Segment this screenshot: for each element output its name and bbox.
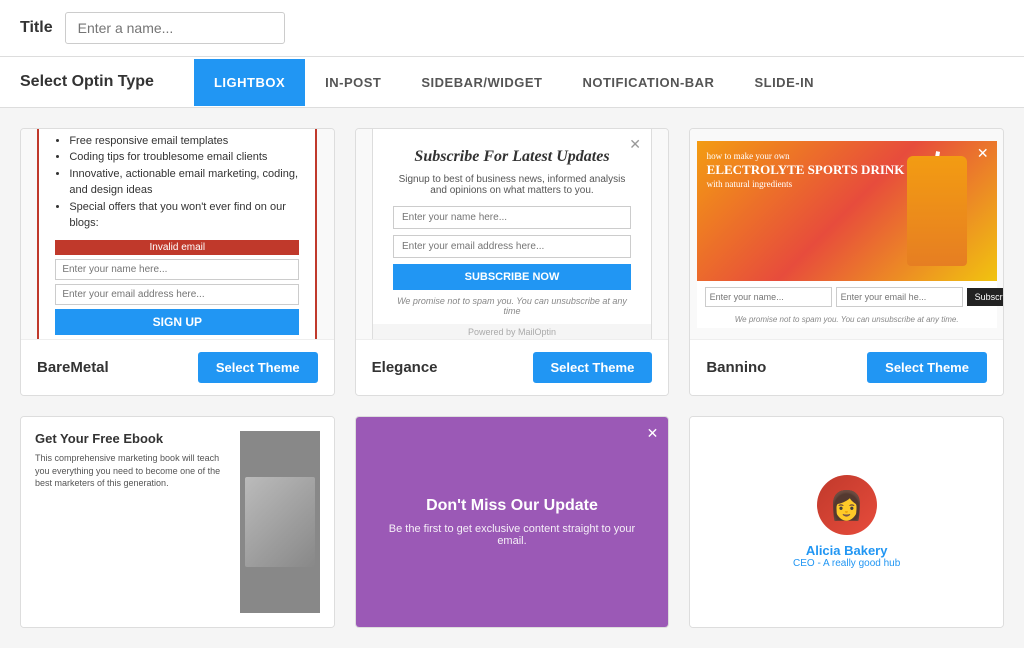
close-icon[interactable]: ✕	[629, 136, 641, 153]
dontmiss-headline: Don't Miss Our Update	[426, 497, 598, 515]
baremetal-select-button[interactable]: Select Theme	[198, 352, 318, 383]
bullet-4: Special offers that you won't ever find …	[69, 199, 299, 232]
baremetal-signup-button[interactable]: SIGN UP	[55, 309, 299, 335]
bannino-headline: how to make your own	[707, 151, 905, 163]
optin-type-bar: Select Optin Type LIGHTBOX IN-POST SIDEB…	[0, 57, 1024, 108]
baremetal-footer: BareMetal Select Theme	[21, 339, 334, 395]
drink-image	[907, 156, 967, 266]
elegance-select-button[interactable]: Select Theme	[533, 352, 653, 383]
baremetal-bullets: Free responsive email templates Coding t…	[55, 133, 299, 232]
baremetal-popup: ✕ Get a little acid in your inbox Free r…	[37, 129, 317, 339]
ebook-description: This comprehensive marketing book will t…	[35, 452, 230, 490]
ebook-content: Get Your Free Ebook This comprehensive m…	[21, 417, 334, 627]
bullet-2: Coding tips for troublesome email client…	[69, 149, 299, 166]
bannino-big-text: ELECTROLYTE SPORTS DRINK	[707, 162, 905, 179]
avatar: 👩	[817, 475, 877, 535]
bannino-image-area: how to make your own ELECTROLYTE SPORTS …	[697, 141, 997, 281]
profile-name: Alicia Bakery	[806, 543, 888, 558]
elegance-email-input[interactable]	[393, 235, 631, 258]
tab-slide-in[interactable]: SLIDE-IN	[734, 59, 834, 106]
themes-grid: ✕ Get a little acid in your inbox Free r…	[0, 108, 1024, 648]
dontmiss-description: Be the first to get exclusive content st…	[376, 523, 649, 547]
close-icon[interactable]: ✕	[977, 145, 989, 162]
page-title: Title	[20, 19, 53, 37]
bannino-text-overlay: how to make your own ELECTROLYTE SPORTS …	[707, 151, 905, 191]
theme-card-bannino: ✕ how to make your own ELECTROLYTE SPORT…	[689, 128, 1004, 396]
baremetal-email-input[interactable]	[55, 284, 299, 305]
bannino-disclaimer: We promise not to spam you. You can unsu…	[697, 313, 997, 328]
elegance-disclaimer: We promise not to spam you. You can unsu…	[393, 296, 631, 316]
bannino-name-input[interactable]	[705, 287, 832, 307]
tab-notification-bar[interactable]: NOTIFICATION-BAR	[562, 59, 734, 106]
dontmiss-preview: ✕ Don't Miss Our Update Be the first to …	[356, 417, 669, 627]
profile-preview: 👩 Alicia Bakery CEO - A really good hub	[690, 417, 1003, 627]
ebook-book-graphic	[245, 477, 315, 567]
avatar-icon: 👩	[829, 489, 864, 522]
elegance-headline: Subscribe For Latest Updates	[393, 148, 631, 166]
bannino-name: Bannino	[706, 359, 766, 376]
theme-card-ebook: Get Your Free Ebook This comprehensive m…	[20, 416, 335, 628]
error-bar: Invalid email	[55, 240, 299, 255]
tab-in-post[interactable]: IN-POST	[305, 59, 401, 106]
theme-preview-baremetal: ✕ Get a little acid in your inbox Free r…	[21, 129, 334, 339]
profile-content: 👩 Alicia Bakery CEO - A really good hub	[690, 417, 1003, 627]
ebook-text: Get Your Free Ebook This comprehensive m…	[35, 431, 230, 613]
bannino-select-button[interactable]: Select Theme	[867, 352, 987, 383]
baremetal-name: BareMetal	[37, 359, 109, 376]
theme-card-dontmiss: ✕ Don't Miss Our Update Be the first to …	[355, 416, 670, 628]
elegance-description: Signup to best of business news, informe…	[393, 174, 631, 196]
baremetal-name-input[interactable]	[55, 259, 299, 280]
bannino-footer: Bannino Select Theme	[690, 339, 1003, 395]
name-input[interactable]	[65, 12, 285, 44]
optin-tabs: LIGHTBOX IN-POST SIDEBAR/WIDGET NOTIFICA…	[194, 59, 834, 106]
bannino-form: Subscribe Now	[697, 281, 997, 313]
theme-card-elegance: ✕ Subscribe For Latest Updates Signup to…	[355, 128, 670, 396]
tab-sidebar[interactable]: SIDEBAR/WIDGET	[401, 59, 562, 106]
elegance-name: Elegance	[372, 359, 438, 376]
ebook-image	[240, 431, 320, 613]
bannino-sub-text: with natural ingredients	[707, 179, 905, 191]
elegance-name-input[interactable]	[393, 206, 631, 229]
top-bar: Title	[0, 0, 1024, 57]
baremetal-disclaimer: We promise not to spam you. You can unsu…	[55, 339, 299, 340]
elegance-powered: Powered by MailOptin	[373, 324, 651, 339]
ebook-preview: Get Your Free Ebook This comprehensive m…	[21, 417, 334, 627]
bannino-subscribe-button[interactable]: Subscribe Now	[967, 288, 1003, 306]
close-icon[interactable]: ✕	[647, 425, 659, 442]
purple-content: ✕ Don't Miss Our Update Be the first to …	[356, 417, 669, 627]
bullet-1: Free responsive email templates	[69, 133, 299, 150]
theme-card-profile: 👩 Alicia Bakery CEO - A really good hub	[689, 416, 1004, 628]
theme-preview-elegance: ✕ Subscribe For Latest Updates Signup to…	[356, 129, 669, 339]
elegance-footer: Elegance Select Theme	[356, 339, 669, 395]
optin-type-label: Select Optin Type	[20, 57, 174, 107]
theme-card-baremetal: ✕ Get a little acid in your inbox Free r…	[20, 128, 335, 396]
tab-lightbox[interactable]: LIGHTBOX	[194, 59, 305, 106]
elegance-popup: ✕ Subscribe For Latest Updates Signup to…	[372, 129, 652, 339]
bannino-popup: ✕ how to make your own ELECTROLYTE SPORT…	[697, 141, 997, 328]
theme-preview-bannino: ✕ how to make your own ELECTROLYTE SPORT…	[690, 129, 1003, 339]
bannino-email-input[interactable]	[836, 287, 963, 307]
elegance-subscribe-button[interactable]: SUBSCRIBE NOW	[393, 264, 631, 290]
ebook-headline: Get Your Free Ebook	[35, 431, 230, 446]
profile-role: CEO - A really good hub	[793, 558, 900, 569]
bullet-3: Innovative, actionable email marketing, …	[69, 166, 299, 199]
